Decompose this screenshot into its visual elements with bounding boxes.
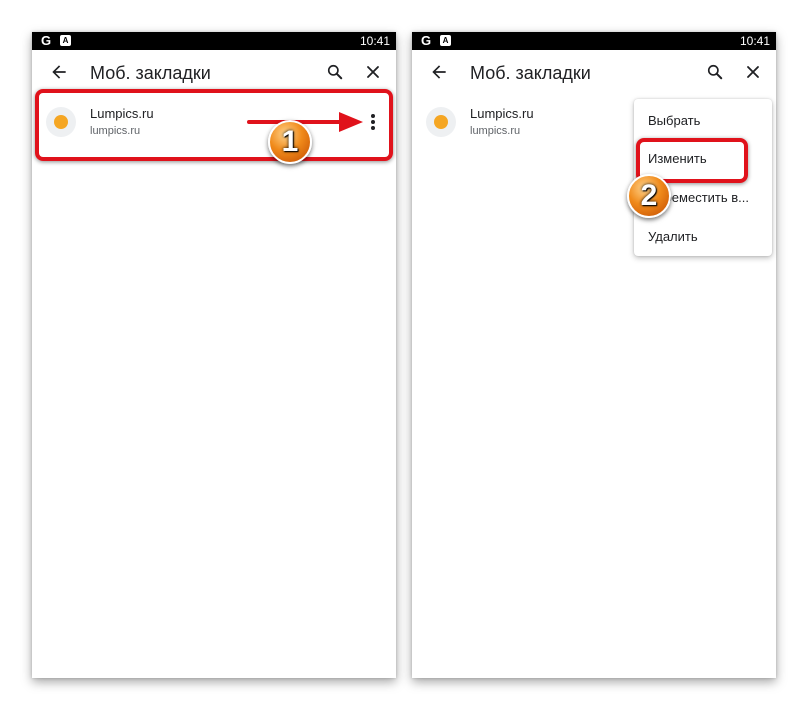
notification-a-icon: A [440,35,451,46]
app-bar: Моб. закладки [412,50,776,96]
notification-a-icon: A [60,35,71,46]
page-title: Моб. закладки [90,63,211,83]
close-icon[interactable] [743,62,763,82]
step-badge-2: 2 [627,174,671,218]
bookmark-title: Lumpics.ru [470,106,534,121]
status-time: 10:41 [359,34,390,48]
google-g-icon: G [41,33,52,48]
step-badge-1: 1 [268,120,312,164]
search-icon[interactable] [325,62,345,82]
status-bar: G A 10:41 [32,32,396,50]
favicon [426,107,456,137]
status-time: 10:41 [739,34,770,48]
menu-item-label: Выбрать [648,113,701,128]
orange-globe-icon [434,115,448,129]
menu-item-label: Удалить [648,229,698,244]
close-icon[interactable] [363,62,383,82]
google-g-icon: G [421,33,432,48]
back-arrow-icon[interactable] [49,62,69,82]
bookmark-url: lumpics.ru [470,125,521,137]
back-arrow-icon[interactable] [429,62,449,82]
menu-item-select[interactable]: Выбрать [634,101,772,140]
status-bar: G A 10:41 [412,32,776,50]
page-title: Моб. закладки [470,63,591,83]
search-icon[interactable] [705,62,725,82]
menu-item-delete[interactable]: Удалить [634,217,772,256]
